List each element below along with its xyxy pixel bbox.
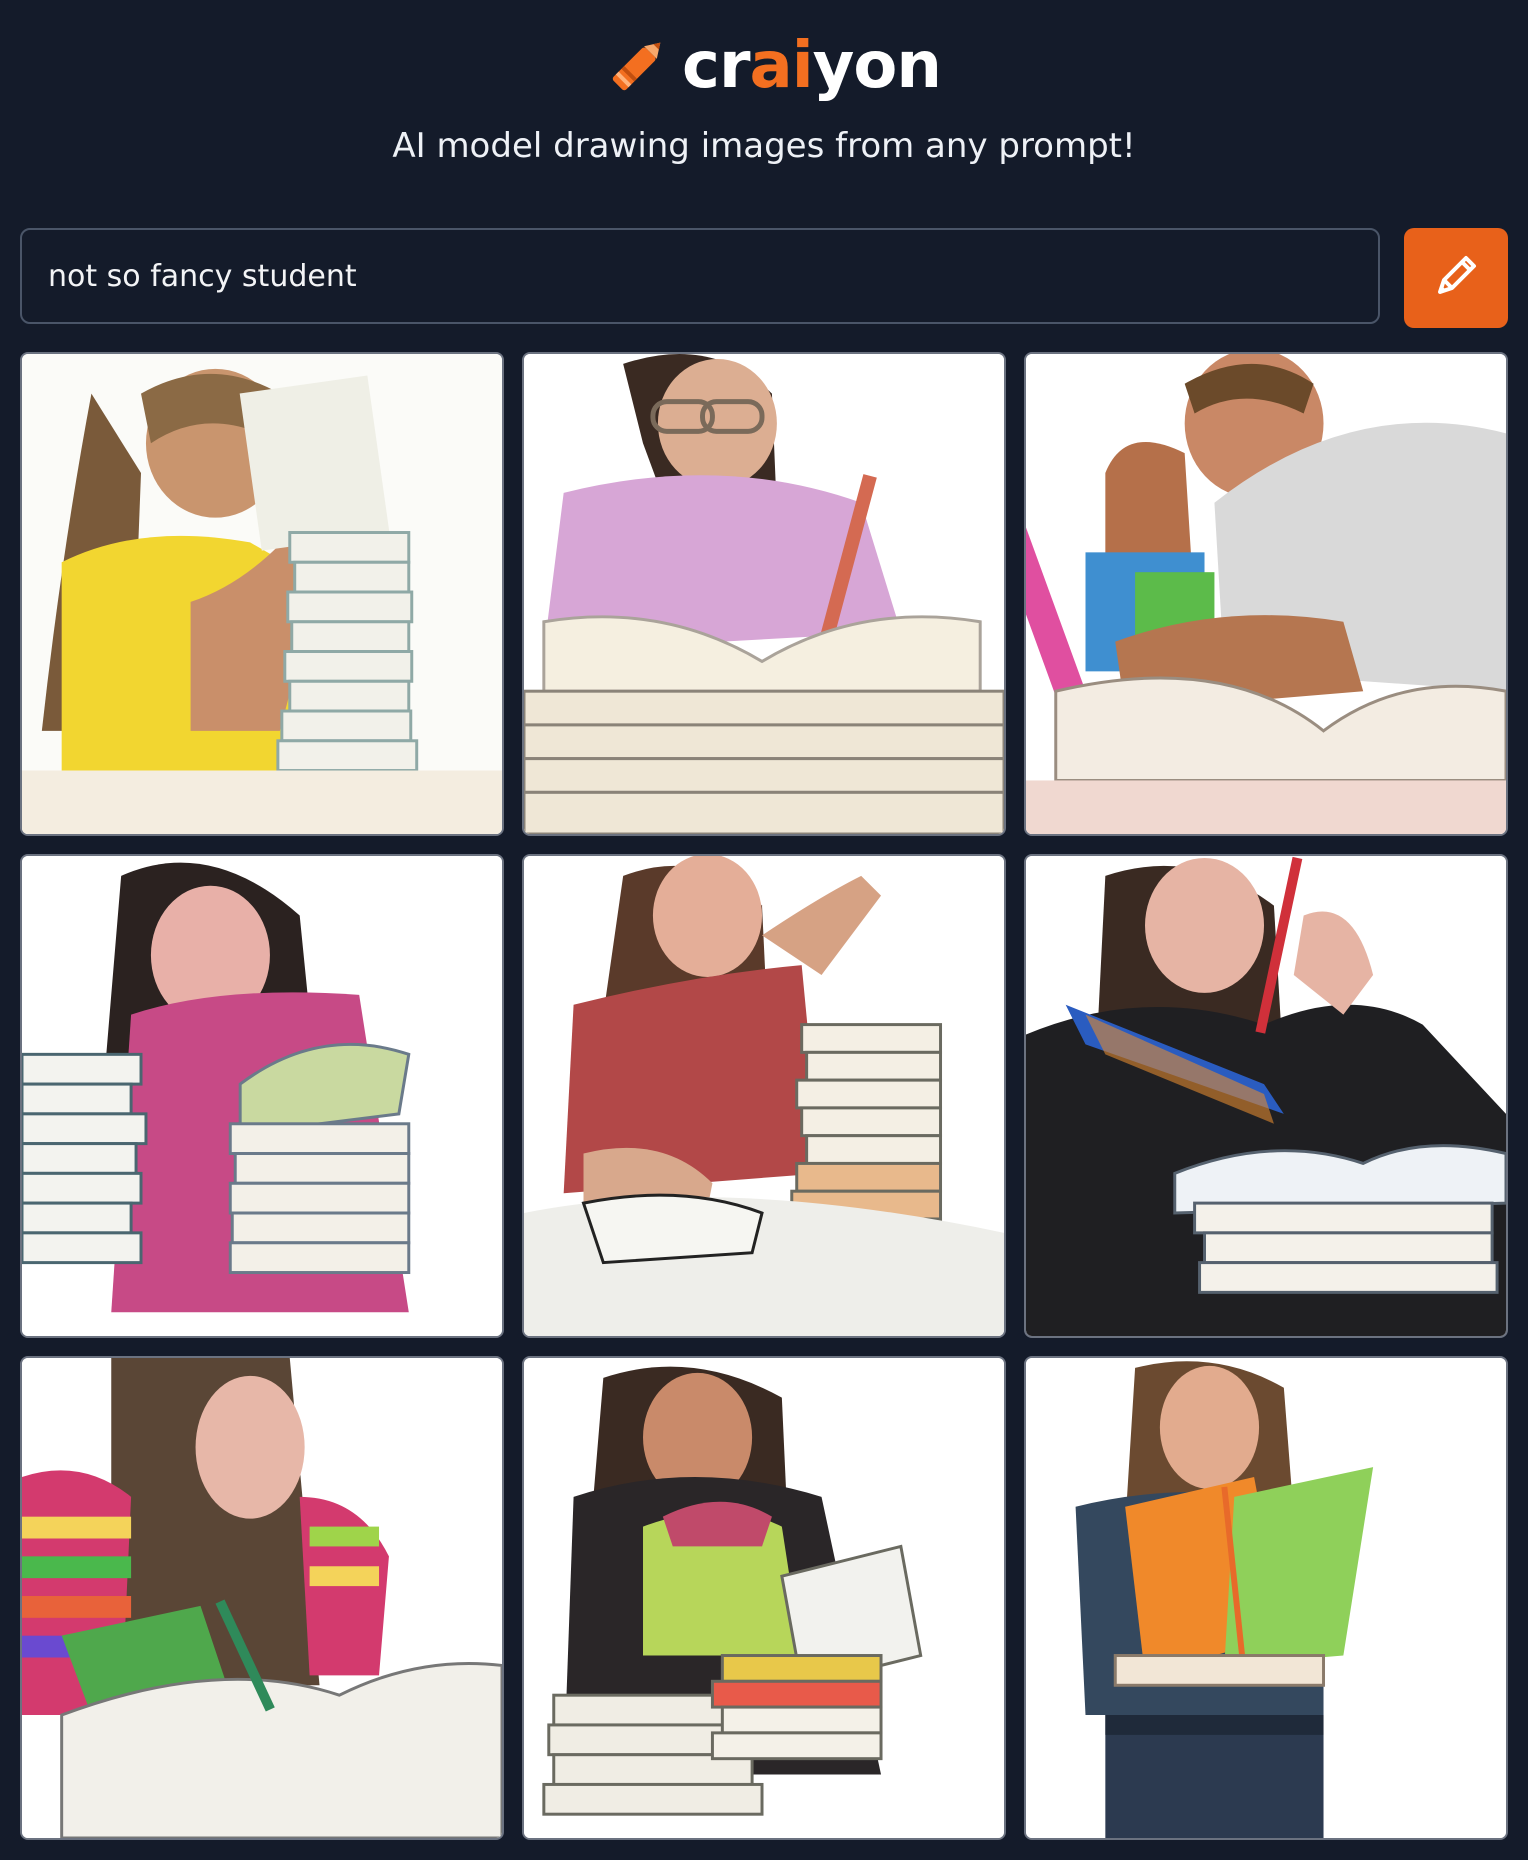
- results-grid: [20, 352, 1508, 1840]
- result-image-8[interactable]: [522, 1356, 1006, 1840]
- tagline: AI model drawing images from any prompt!: [392, 126, 1136, 166]
- result-image-1[interactable]: [20, 352, 504, 836]
- logo-wordmark: craiyon: [682, 29, 942, 103]
- prompt-field[interactable]: [20, 228, 1380, 324]
- craiyon-logo[interactable]: craiyon: [600, 26, 942, 106]
- result-image-6[interactable]: [1024, 854, 1508, 1338]
- result-image-4[interactable]: [20, 854, 504, 1338]
- result-image-5[interactable]: [522, 854, 1006, 1338]
- prompt-input[interactable]: [46, 257, 1354, 295]
- result-image-7[interactable]: [20, 1356, 504, 1840]
- header: craiyon AI model drawing images from any…: [0, 0, 1528, 200]
- result-image-9[interactable]: [1024, 1356, 1508, 1840]
- pencil-icon: [1426, 246, 1486, 310]
- result-image-3[interactable]: [1024, 352, 1508, 836]
- crayon-icon: [600, 29, 674, 103]
- result-image-2[interactable]: [522, 352, 1006, 836]
- draw-button[interactable]: [1404, 228, 1508, 328]
